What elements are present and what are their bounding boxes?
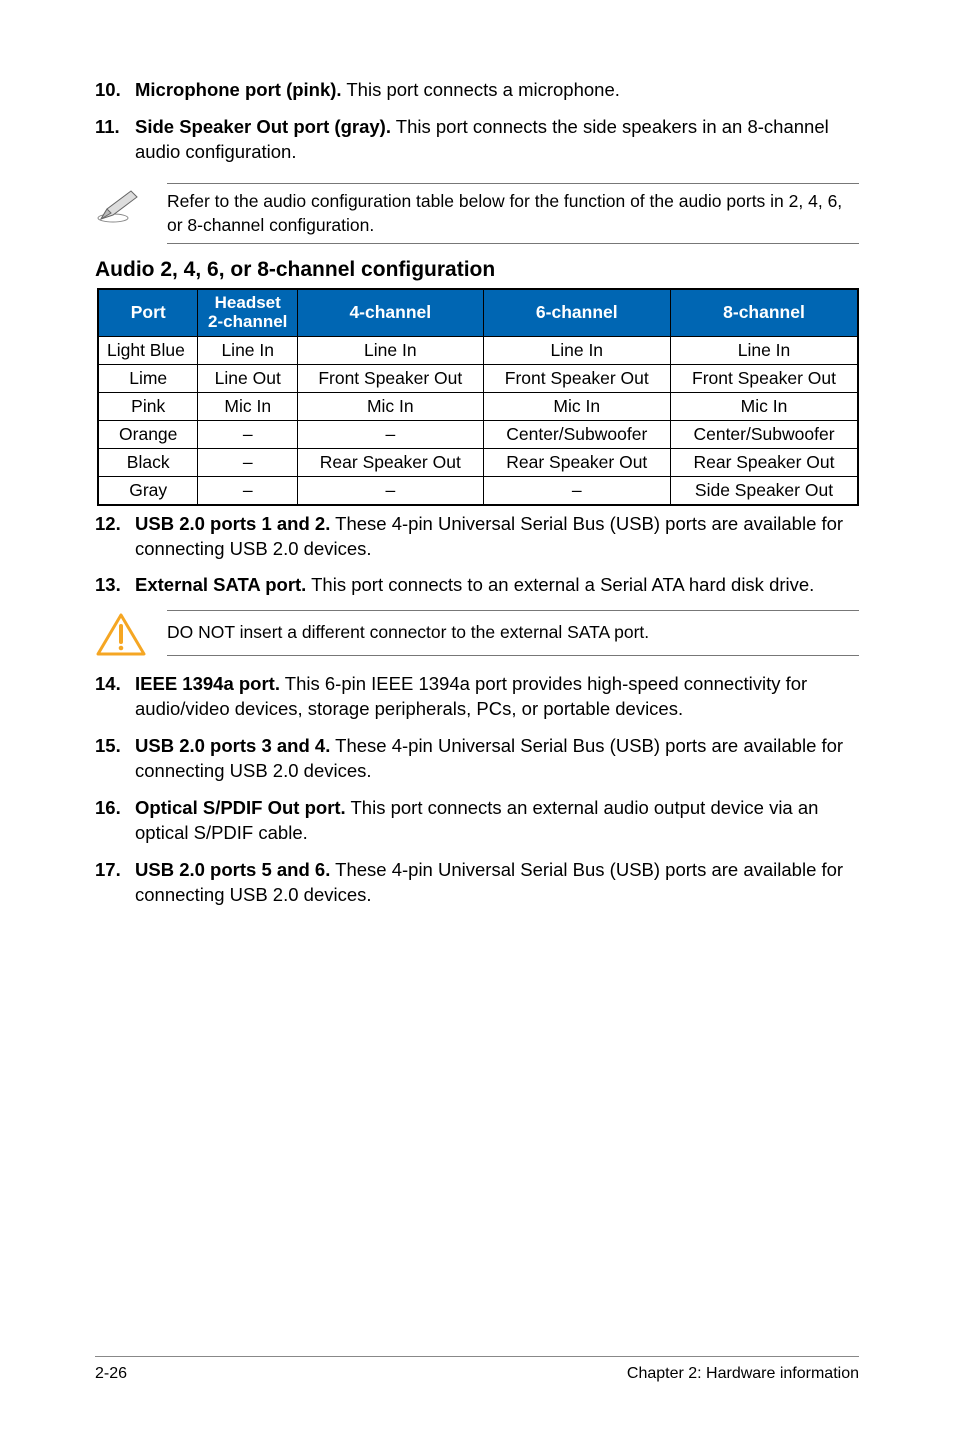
col-port: Port: [98, 289, 198, 336]
cell: Mic In: [298, 392, 483, 420]
page-footer: 2-26 Chapter 2: Hardware information: [95, 1356, 859, 1383]
col-2ch: Headset 2-channel: [198, 289, 298, 336]
cell: Center/Subwoofer: [671, 420, 859, 448]
cell: Mic In: [483, 392, 670, 420]
item-text: USB 2.0 ports 3 and 4. These 4-pin Unive…: [135, 734, 859, 784]
item-text: USB 2.0 ports 5 and 6. These 4-pin Unive…: [135, 858, 859, 908]
item-number: 12.: [95, 512, 135, 562]
item-lead: USB 2.0 ports 1 and 2.: [135, 513, 330, 534]
table-row: Gray – – – Side Speaker Out: [98, 476, 858, 505]
table-row: Light Blue Line In Line In Line In Line …: [98, 336, 858, 364]
page-number: 2-26: [95, 1365, 127, 1383]
warning-block: DO NOT insert a different connector to t…: [95, 610, 859, 658]
cell: Gray: [98, 476, 198, 505]
cell: –: [298, 476, 483, 505]
list-item: 15. USB 2.0 ports 3 and 4. These 4-pin U…: [95, 734, 859, 784]
cell: Side Speaker Out: [671, 476, 859, 505]
item-text: External SATA port. This port connects t…: [135, 573, 859, 598]
list-item: 16. Optical S/PDIF Out port. This port c…: [95, 796, 859, 846]
chapter-label: Chapter 2: Hardware information: [627, 1365, 859, 1383]
item-lead: USB 2.0 ports 3 and 4.: [135, 735, 330, 756]
cell: –: [483, 476, 670, 505]
cell: Front Speaker Out: [483, 364, 670, 392]
cell: –: [198, 420, 298, 448]
item-lead: External SATA port.: [135, 574, 306, 595]
item-rest: This port connects to an external a Seri…: [306, 574, 814, 595]
warning-icon: [95, 610, 167, 658]
warning-text: DO NOT insert a different connector to t…: [167, 610, 859, 656]
note-text: Refer to the audio configuration table b…: [167, 183, 859, 244]
cell: Black: [98, 448, 198, 476]
item-lead: USB 2.0 ports 5 and 6.: [135, 859, 330, 880]
cell: Line In: [198, 336, 298, 364]
cell: Front Speaker Out: [298, 364, 483, 392]
list-item: 17. USB 2.0 ports 5 and 6. These 4-pin U…: [95, 858, 859, 908]
cell: Rear Speaker Out: [298, 448, 483, 476]
item-text: USB 2.0 ports 1 and 2. These 4-pin Unive…: [135, 512, 859, 562]
cell: Orange: [98, 420, 198, 448]
list-item: 12. USB 2.0 ports 1 and 2. These 4-pin U…: [95, 512, 859, 562]
item-lead: Microphone port (pink).: [135, 79, 342, 100]
cell: Line Out: [198, 364, 298, 392]
cell: Light Blue: [98, 336, 198, 364]
list-item: 10. Microphone port (pink). This port co…: [95, 78, 859, 103]
item-number: 10.: [95, 78, 135, 103]
cell: Line In: [298, 336, 483, 364]
cell: Rear Speaker Out: [671, 448, 859, 476]
list-item: 11. Side Speaker Out port (gray). This p…: [95, 115, 859, 165]
cell: Rear Speaker Out: [483, 448, 670, 476]
table-row: Orange – – Center/Subwoofer Center/Subwo…: [98, 420, 858, 448]
item-number: 15.: [95, 734, 135, 784]
audio-config-table: Port Headset 2-channel 4-channel 6-chann…: [97, 288, 859, 505]
cell: Mic In: [671, 392, 859, 420]
cell: Line In: [483, 336, 670, 364]
item-text: Side Speaker Out port (gray). This port …: [135, 115, 859, 165]
item-number: 17.: [95, 858, 135, 908]
item-number: 13.: [95, 573, 135, 598]
item-lead: Optical S/PDIF Out port.: [135, 797, 346, 818]
item-rest: This port connects a microphone.: [342, 79, 620, 100]
item-lead: Side Speaker Out port (gray).: [135, 116, 391, 137]
cell: Lime: [98, 364, 198, 392]
table-title: Audio 2, 4, 6, or 8-channel configuratio…: [95, 258, 859, 282]
cell: Front Speaker Out: [671, 364, 859, 392]
item-number: 14.: [95, 672, 135, 722]
item-lead: IEEE 1394a port.: [135, 673, 280, 694]
table-row: Lime Line Out Front Speaker Out Front Sp…: [98, 364, 858, 392]
cell: Line In: [671, 336, 859, 364]
item-text: Microphone port (pink). This port connec…: [135, 78, 859, 103]
cell: –: [298, 420, 483, 448]
col-6ch: 6-channel: [483, 289, 670, 336]
col-8ch: 8-channel: [671, 289, 859, 336]
col-4ch: 4-channel: [298, 289, 483, 336]
item-number: 16.: [95, 796, 135, 846]
pencil-icon: [95, 183, 167, 225]
table-header-row: Port Headset 2-channel 4-channel 6-chann…: [98, 289, 858, 336]
table-row: Pink Mic In Mic In Mic In Mic In: [98, 392, 858, 420]
item-number: 11.: [95, 115, 135, 165]
cell: –: [198, 448, 298, 476]
cell: Pink: [98, 392, 198, 420]
cell: –: [198, 476, 298, 505]
cell: Center/Subwoofer: [483, 420, 670, 448]
cell: Mic In: [198, 392, 298, 420]
note-block: Refer to the audio configuration table b…: [95, 183, 859, 244]
item-text: IEEE 1394a port. This 6-pin IEEE 1394a p…: [135, 672, 859, 722]
list-item: 13. External SATA port. This port connec…: [95, 573, 859, 598]
list-item: 14. IEEE 1394a port. This 6-pin IEEE 139…: [95, 672, 859, 722]
table-row: Black – Rear Speaker Out Rear Speaker Ou…: [98, 448, 858, 476]
item-text: Optical S/PDIF Out port. This port conne…: [135, 796, 859, 846]
